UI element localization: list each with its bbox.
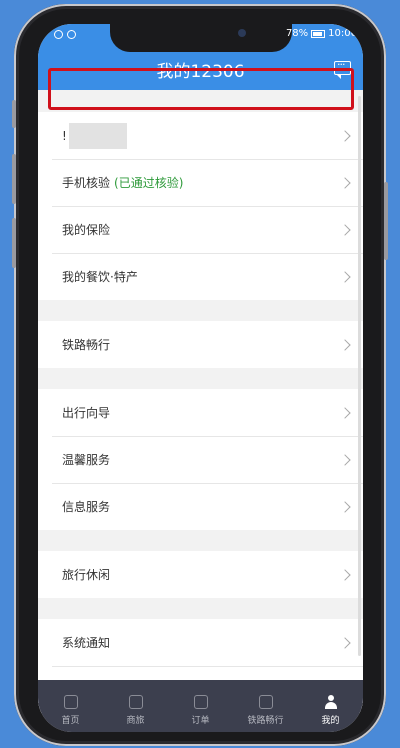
menu-item-phone-verify[interactable]: 手机核验 (已通过核验) [38,159,363,206]
menu-item-user-info[interactable]: ! [38,112,363,159]
menu-item-label: 我的餐饮·特产 [62,270,138,284]
menu-item-label: 旅行休闲 [62,568,111,582]
volume-down-button [12,218,16,268]
app-screen: 78% 10:06 我的12306 ! 手机核验 (已通过核验) 我的保险 [38,24,363,732]
tab-label: 商旅 [126,716,145,726]
menu-group-leisure: 旅行休闲 [38,551,363,598]
mute-switch [12,100,16,128]
battery-percent: 78% [285,28,309,39]
menu-item-label: 信息服务 [62,500,111,514]
menu-item-insurance[interactable]: 我的保险 [38,206,363,253]
menu-group-services: 出行向导 温馨服务 信息服务 [38,389,363,530]
menu-item-label: 出行向导 [62,406,111,420]
menu-item-care-service[interactable]: 温馨服务 [38,436,363,483]
menu-item-label: 铁路畅行 [62,338,111,352]
chevron-right-icon [339,223,351,236]
menu-item-catering[interactable]: 我的餐饮·特产 [38,253,363,300]
alarm-icon [54,30,63,39]
chevron-right-icon [339,338,351,351]
menu-item-label: 温馨服务 [62,453,111,467]
chevron-right-icon [339,500,351,513]
verified-badge: (已通过核验) [114,176,184,190]
status-icons-right: 78% 10:06 [286,28,357,39]
chevron-right-icon [339,568,351,581]
tab-label: 铁路畅行 [247,716,284,726]
chevron-right-icon [339,406,351,419]
volume-up-button [12,154,16,204]
tab-label: 首页 [61,716,80,726]
heart-icon [258,695,273,709]
tab-business[interactable]: 商旅 [106,695,166,726]
menu-item-rail-pass[interactable]: 铁路畅行 [38,321,363,368]
menu-group-rail: 铁路畅行 [38,321,363,368]
user-icon [324,695,338,709]
chevron-right-icon [339,176,351,189]
camera-icon [238,29,246,37]
tab-mine[interactable]: 我的 [301,695,361,726]
menu-item-info-service[interactable]: 信息服务 [38,483,363,530]
app-header: 78% 10:06 我的12306 [38,24,363,90]
order-icon [193,695,208,709]
chevron-right-icon [339,636,351,649]
menu-group-account: ! 手机核验 (已通过核验) 我的保险 我的餐饮·特产 [38,112,363,300]
power-button [384,182,388,260]
battery-icon [311,29,326,38]
message-icon[interactable] [334,58,351,79]
sync-icon [67,30,76,39]
tab-orders[interactable]: 订单 [171,695,231,726]
tab-label: 我的 [321,716,340,726]
briefcase-icon [128,695,143,709]
clock: 10:06 [328,28,357,39]
chevron-right-icon [339,129,351,142]
page-title: 我的12306 [156,62,245,82]
bottom-tab-bar: 首页 商旅 订单 铁路畅行 我的 [38,680,363,732]
redacted-username [68,122,127,149]
tab-home[interactable]: 首页 [41,695,101,726]
tab-rail-pass[interactable]: 铁路畅行 [236,695,296,726]
tab-label: 订单 [191,716,210,726]
menu-item-system-notice[interactable]: 系统通知 [38,619,363,666]
menu-item-travel-guide[interactable]: 出行向导 [38,389,363,436]
chevron-right-icon [339,453,351,466]
menu-item-label: 系统通知 [62,636,111,650]
status-icons-left [54,30,76,39]
menu-item-leisure[interactable]: 旅行休闲 [38,551,363,598]
menu-item-label: ! [62,128,67,143]
scrollbar[interactable] [358,96,361,656]
menu-item-label: 我的保险 [62,223,111,237]
notch [110,24,292,52]
menu-item-label: 手机核验 [62,176,111,190]
menu-content: ! 手机核验 (已通过核验) 我的保险 我的餐饮·特产 铁路畅行 出行向导 温馨… [38,90,363,713]
home-icon [63,695,78,709]
chevron-right-icon [339,270,351,283]
